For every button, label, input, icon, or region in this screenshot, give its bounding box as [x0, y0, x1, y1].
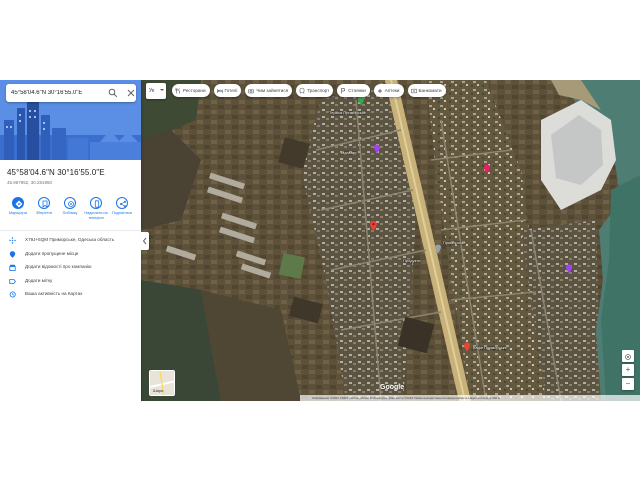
chip-label: Чим зайнятися: [256, 88, 289, 93]
transit-icon: [299, 87, 305, 94]
sidebar: 45°58'04.6"N 30°16'55.0"E 45.967952, 30.…: [0, 80, 141, 401]
hotel-icon: [216, 88, 223, 93]
nearby-button[interactable]: Поблизу: [58, 197, 82, 216]
info-row-add-label[interactable]: Додати мітку: [0, 275, 141, 289]
info-text: Додати відомості про компанію: [25, 264, 92, 269]
action-label: Зберегти: [35, 211, 52, 215]
chip-label: Аптеки: [384, 88, 400, 93]
poi-label[interactable]: Приморське: [443, 240, 466, 245]
restaurant-icon: [175, 87, 180, 93]
nearby-icon: [68, 201, 74, 207]
chip-parking[interactable]: Стоянки: [337, 84, 370, 97]
plus-code-icon: [9, 237, 16, 244]
info-row-add-place[interactable]: Додати пропущене місце: [0, 248, 141, 262]
bookmark-icon: [42, 200, 48, 208]
satellite-map[interactable]: Тераса Приморське Магазин Приморське Про…: [141, 80, 640, 401]
zoom-controls: + −: [622, 350, 634, 392]
poi-label[interactable]: Магазин: [341, 150, 356, 155]
caret-down-icon: [160, 89, 164, 91]
directions-icon: [15, 200, 23, 208]
add-business-icon: [9, 264, 16, 271]
poi-marker-icon[interactable]: [463, 342, 471, 352]
language-label: Ук: [149, 88, 155, 94]
chip-atms[interactable]: Банкомати: [407, 84, 446, 97]
map-attribution: Зображення ©2022 CNES / Airbus, Maxar Te…: [300, 395, 640, 401]
chip-restaurants[interactable]: Ресторани: [172, 84, 210, 97]
share-icon: [120, 200, 126, 208]
action-label: Поблизу: [62, 211, 78, 215]
pharmacy-icon: [377, 88, 382, 93]
dropped-pin-icon[interactable]: [369, 220, 378, 232]
info-text: Додати мітку: [25, 277, 53, 283]
send-to-phone-icon: [94, 200, 100, 208]
poi-marker-icon[interactable]: [565, 264, 573, 274]
location-button[interactable]: [622, 350, 634, 362]
poi-marker-icon[interactable]: [483, 164, 491, 174]
minus-icon: −: [625, 379, 631, 388]
chip-things-to-do[interactable]: Чим зайнятися: [245, 84, 293, 97]
chip-transit[interactable]: Транспорт: [296, 84, 334, 97]
my-location-icon: [625, 354, 631, 360]
share-button[interactable]: Поділитися: [110, 197, 134, 216]
layers-label: Шари: [153, 388, 164, 393]
satellite-imagery: [141, 80, 640, 401]
plus-icon: +: [625, 365, 631, 374]
save-button[interactable]: Зберегти: [32, 197, 56, 216]
chip-label: Ресторани: [183, 88, 206, 93]
poi-label[interactable]: Тераса Приморське: [329, 110, 366, 115]
collapse-sidebar-button[interactable]: [141, 232, 149, 250]
chip-label: Банкомати: [418, 88, 442, 93]
poi-label[interactable]: Продукти: [403, 258, 420, 263]
send-to-phone-button[interactable]: Надіслати на телефон: [84, 197, 108, 220]
layers-button[interactable]: Шари: [149, 370, 175, 396]
camera-icon: [248, 88, 255, 93]
info-text: Додати пропущене місце: [25, 250, 79, 256]
place-title: 45°58'04.6"N 30°16'55.0"E: [7, 168, 105, 177]
info-text: Ваша активність на Картах: [25, 291, 83, 296]
action-bar: Маршрути Зберегти Поблизу Надіслати на т…: [6, 197, 136, 225]
label-icon: [9, 278, 16, 284]
chevron-left-icon: [142, 237, 147, 245]
google-logo: Google: [380, 384, 405, 391]
chip-label: Стоянки: [348, 88, 366, 93]
chip-label: Транспорт: [307, 88, 330, 93]
maps-frame: 45°58'04.6"N 30°16'55.0"E 45.967952, 30.…: [0, 80, 640, 401]
search-input[interactable]: [11, 84, 103, 102]
info-row-activity[interactable]: Ваша активність на Картах: [0, 288, 141, 302]
directions-button[interactable]: Маршрути: [6, 197, 30, 216]
chip-label: Готелі: [224, 88, 238, 93]
close-icon[interactable]: [126, 88, 136, 98]
add-place-icon: [9, 250, 16, 258]
chip-hotels[interactable]: Готелі: [213, 84, 242, 97]
search-icon[interactable]: [108, 88, 118, 98]
zoom-in-button[interactable]: +: [622, 364, 634, 376]
info-row-add-business[interactable]: Додати відомості про компанію: [0, 261, 141, 275]
chip-pharmacies[interactable]: Аптеки: [373, 84, 404, 97]
parking-icon: [341, 87, 346, 93]
history-icon: [9, 291, 16, 298]
action-label: Поділитися: [112, 211, 132, 215]
language-button[interactable]: Ук: [146, 83, 166, 99]
poi-marker-icon[interactable]: [434, 244, 442, 254]
action-label: Надіслати на телефон: [84, 211, 108, 220]
action-label: Маршрути: [8, 211, 28, 215]
place-decimal-coords: 45.967952, 30.281950: [7, 180, 53, 185]
atm-icon: [410, 88, 417, 93]
search-box[interactable]: [6, 84, 136, 102]
category-chips: Ресторани Готелі Чим зайнятися Транспорт: [172, 84, 450, 98]
info-text: X79J+5QM Приморське, Одеська область: [25, 237, 115, 242]
zoom-out-button[interactable]: −: [622, 378, 634, 390]
poi-label[interactable]: Кафе Приморське: [473, 345, 507, 350]
info-list: X79J+5QM Приморське, Одеська область Дод…: [0, 234, 141, 302]
info-row-plus-code[interactable]: X79J+5QM Приморське, Одеська область: [0, 234, 141, 248]
poi-marker-icon[interactable]: [373, 144, 381, 154]
divider: [0, 230, 141, 231]
